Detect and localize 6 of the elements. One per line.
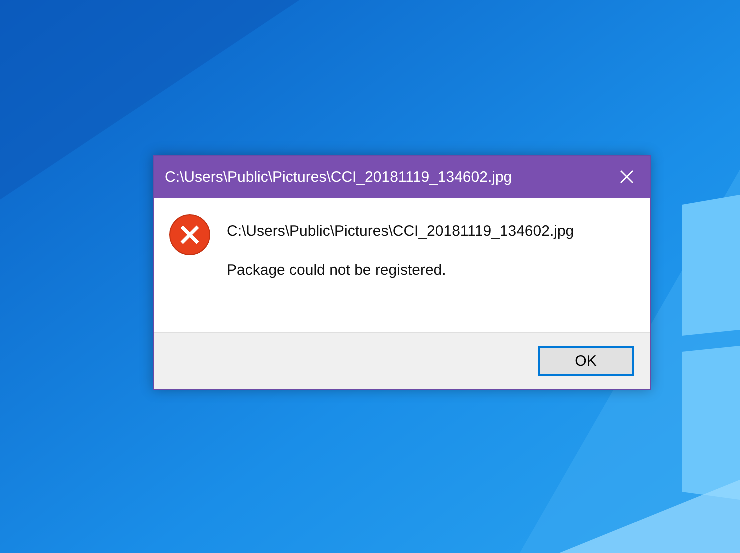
window-title: C:\Users\Public\Pictures\CCI_20181119_134602.jpg <box>165 168 514 186</box>
message-text: Package could not be registered. <box>227 262 448 279</box>
ok-button[interactable]: OK <box>538 346 634 376</box>
error-icon <box>169 214 211 256</box>
message-text: C:\Users\Public\Pictures\CCI_20181119_134602.jpg <box>227 223 574 240</box>
close-icon <box>620 170 634 184</box>
